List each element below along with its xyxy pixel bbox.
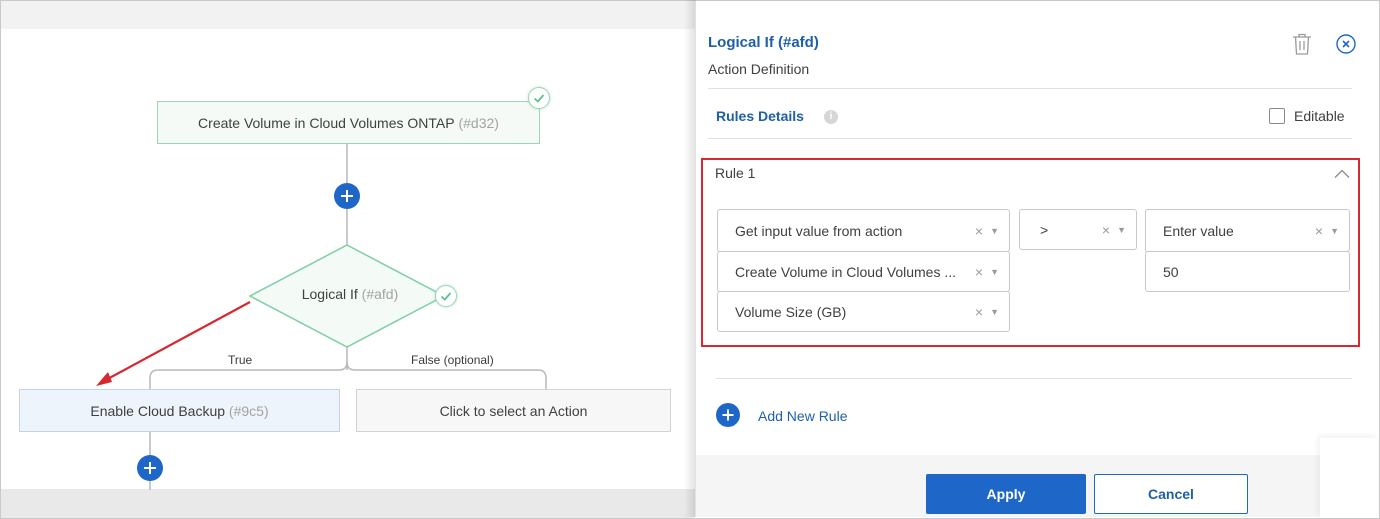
select-action-node[interactable]: Click to select an Action <box>356 389 671 432</box>
collapse-rule-button[interactable] <box>1334 166 1350 184</box>
annotation-arrow <box>96 301 251 386</box>
rules-details-label: Rules Details <box>716 108 804 124</box>
action-select-value: Create Volume in Cloud Volumes ... <box>735 263 957 280</box>
cancel-button[interactable]: Cancel <box>1094 474 1248 514</box>
chevron-down-icon[interactable]: ▼ <box>990 267 999 277</box>
close-panel-button[interactable] <box>1336 34 1356 59</box>
logical-if-node-id: (#afd) <box>361 286 399 302</box>
panel-title: Logical If (#afd) <box>708 34 819 51</box>
clear-icon[interactable]: × <box>975 304 983 320</box>
value-type-select-value: Enter value <box>1163 222 1234 239</box>
enable-cloud-backup-node[interactable]: Enable Cloud Backup (#9c5) <box>19 389 340 432</box>
add-new-rule-button[interactable] <box>716 403 740 427</box>
divider <box>708 88 1352 89</box>
chevron-down-icon[interactable]: ▼ <box>990 307 999 317</box>
trash-icon <box>1293 33 1311 55</box>
field-select[interactable]: Volume Size (GB) × ▼ <box>717 291 1010 332</box>
editable-checkbox[interactable] <box>1269 108 1285 124</box>
logical-if-check-icon <box>435 285 457 307</box>
enable-cloud-backup-id: (#9c5) <box>228 402 269 419</box>
floating-card <box>1320 438 1378 517</box>
add-step-button-bottom[interactable] <box>137 455 163 481</box>
plus-icon <box>144 462 156 474</box>
close-icon <box>1336 34 1356 54</box>
apply-button[interactable]: Apply <box>926 474 1086 514</box>
create-volume-node[interactable]: Create Volume in Cloud Volumes ONTAP (#d… <box>157 101 540 144</box>
value-type-select[interactable]: Enter value × ▼ <box>1145 209 1350 252</box>
delete-button[interactable] <box>1291 32 1313 61</box>
divider <box>716 378 1352 379</box>
operator-select[interactable]: > × ▼ <box>1019 209 1137 250</box>
add-step-button[interactable] <box>334 183 360 209</box>
source-select[interactable]: Get input value from action × ▼ <box>717 209 1010 252</box>
clear-icon[interactable]: × <box>975 264 983 280</box>
source-select-value: Get input value from action <box>735 222 903 239</box>
chevron-up-icon <box>1334 169 1350 178</box>
create-volume-node-label: Create Volume in Cloud Volumes ONTAP <box>198 114 455 131</box>
info-icon[interactable]: i <box>824 110 838 124</box>
field-select-value: Volume Size (GB) <box>735 303 847 320</box>
create-volume-node-id: (#d32) <box>458 114 499 131</box>
create-volume-check-icon <box>528 87 550 109</box>
chevron-down-icon[interactable]: ▼ <box>1330 226 1339 236</box>
panel-shadow <box>684 0 696 517</box>
operator-select-value: > <box>1040 221 1049 238</box>
select-action-label: Click to select an Action <box>439 402 588 419</box>
chevron-down-icon[interactable]: ▼ <box>990 226 999 236</box>
divider <box>708 138 1352 139</box>
logical-if-node-label: Logical If <box>301 286 358 302</box>
editable-label: Editable <box>1294 108 1345 124</box>
panel-subtitle: Action Definition <box>708 61 810 77</box>
logical-if-node[interactable]: Logical If (#afd) <box>280 286 420 302</box>
enable-cloud-backup-label: Enable Cloud Backup <box>90 402 226 419</box>
value-input[interactable]: 50 <box>1145 251 1350 292</box>
clear-icon[interactable]: × <box>1315 223 1323 239</box>
clear-icon[interactable]: × <box>975 223 983 239</box>
plus-icon <box>722 409 734 421</box>
false-branch-label: False (optional) <box>411 353 494 367</box>
add-new-rule-label[interactable]: Add New Rule <box>758 408 848 424</box>
plus-icon <box>341 190 353 202</box>
value-input-text: 50 <box>1163 263 1179 280</box>
clear-icon[interactable]: × <box>1102 222 1110 238</box>
workflow-connectors <box>96 144 547 490</box>
rule-1-title: Rule 1 <box>715 165 756 181</box>
action-select[interactable]: Create Volume in Cloud Volumes ... × ▼ <box>717 251 1010 292</box>
true-branch-label: True <box>228 353 253 367</box>
chevron-down-icon[interactable]: ▼ <box>1117 225 1126 235</box>
